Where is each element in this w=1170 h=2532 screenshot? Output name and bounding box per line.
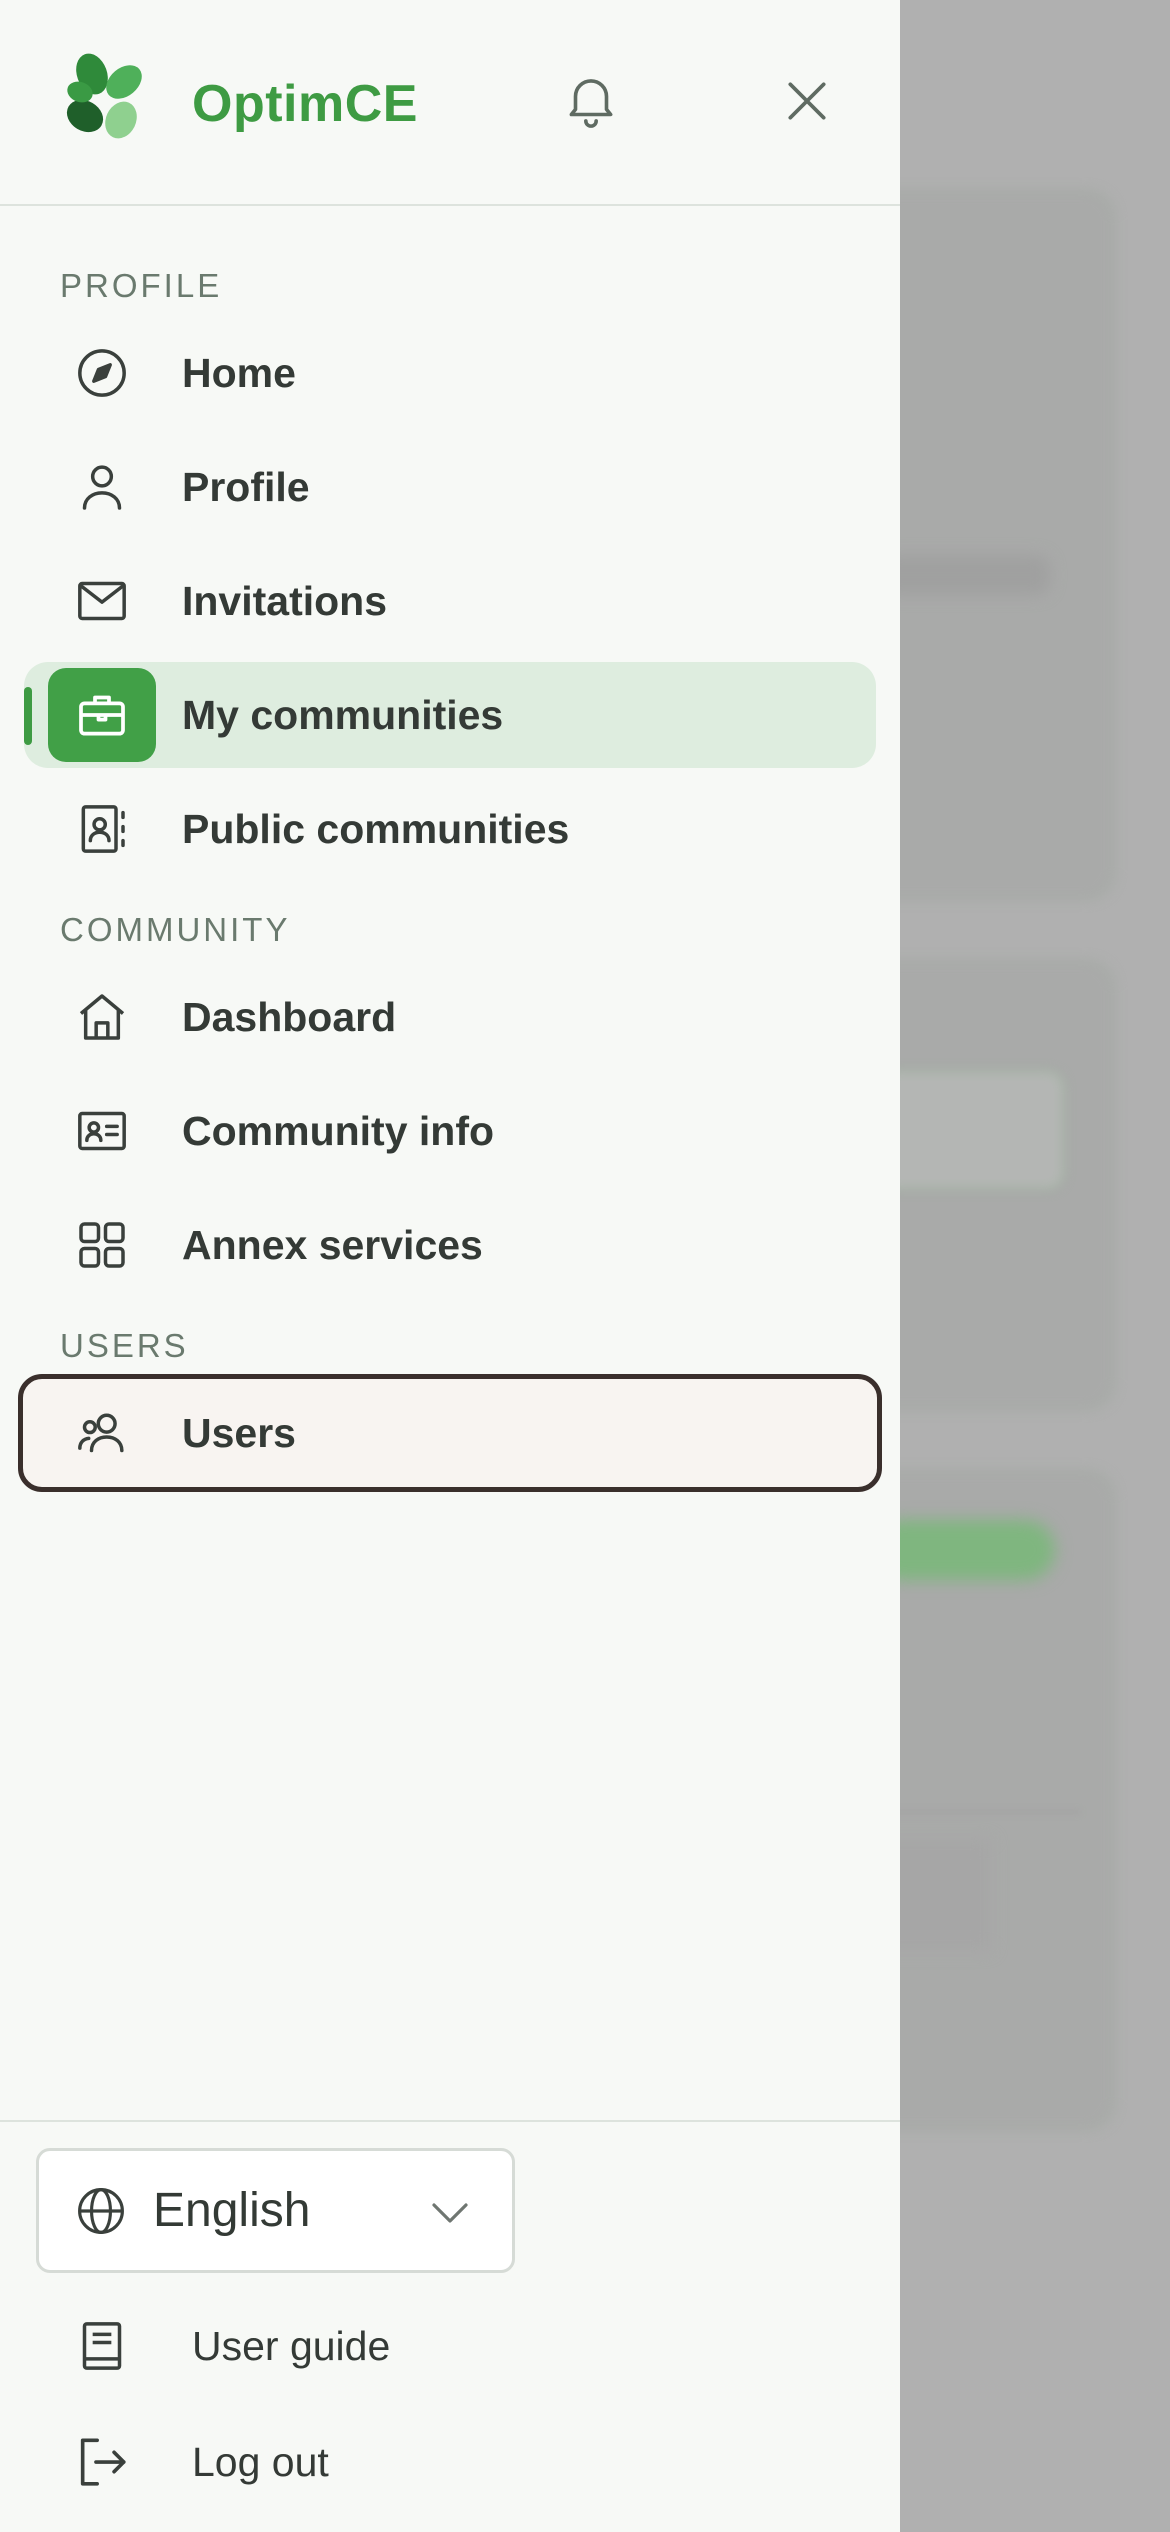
compass-icon bbox=[48, 319, 156, 427]
optimce-logo-icon bbox=[58, 50, 154, 146]
language-select[interactable]: English bbox=[36, 2148, 515, 2273]
user-guide-label: User guide bbox=[192, 2322, 391, 2369]
nav-item-invitations[interactable]: Invitations bbox=[24, 548, 876, 654]
drawer-footer: English User guide Log out bbox=[0, 2120, 900, 2532]
book-icon bbox=[66, 2310, 138, 2382]
nav-item-label: Annex services bbox=[182, 1221, 483, 1268]
section-title-community: COMMUNITY bbox=[60, 911, 291, 948]
brand-name: OptimCE bbox=[192, 75, 418, 133]
close-icon[interactable] bbox=[770, 64, 844, 138]
nav-item-home[interactable]: Home bbox=[24, 320, 876, 426]
logout-button[interactable]: Log out bbox=[36, 2407, 900, 2517]
nav-item-profile[interactable]: Profile bbox=[24, 434, 876, 540]
nav-item-label: Dashboard bbox=[182, 993, 397, 1040]
background-text bbox=[880, 555, 1050, 595]
envelope-icon bbox=[48, 547, 156, 655]
nav-item-annex-services[interactable]: Annex services bbox=[24, 1192, 876, 1298]
logout-icon bbox=[66, 2426, 138, 2498]
users-icon bbox=[48, 1379, 156, 1487]
grid-icon bbox=[48, 1191, 156, 1299]
nav-item-label: My communities bbox=[182, 691, 504, 738]
nav-item-dashboard[interactable]: Dashboard bbox=[24, 964, 876, 1070]
nav-item-community-info[interactable]: Community info bbox=[24, 1078, 876, 1184]
chevron-down-icon bbox=[424, 2187, 476, 2239]
nav-item-public-communities[interactable]: Public communities bbox=[24, 776, 876, 882]
globe-icon bbox=[73, 2183, 129, 2239]
section-title-profile: PROFILE bbox=[60, 267, 223, 304]
nav-item-label: Invitations bbox=[182, 577, 388, 624]
user-icon bbox=[48, 433, 156, 541]
background-divider bbox=[880, 1810, 1080, 1814]
bell-icon[interactable] bbox=[556, 64, 626, 134]
nav-item-label: Profile bbox=[182, 463, 310, 510]
user-guide-link[interactable]: User guide bbox=[36, 2291, 900, 2401]
nav-item-users[interactable]: Users bbox=[18, 1374, 882, 1492]
briefcase-icon bbox=[48, 661, 156, 769]
section-title-users: USERS bbox=[60, 1327, 189, 1364]
nav-item-label: Community info bbox=[182, 1107, 495, 1154]
nav-item-my-communities[interactable]: My communities bbox=[24, 662, 876, 768]
background-field bbox=[880, 1070, 1065, 1190]
logout-label: Log out bbox=[192, 2438, 329, 2485]
navigation-drawer: OptimCE PROFILE Home Profile Invitations… bbox=[0, 0, 900, 2532]
drawer-header: OptimCE bbox=[0, 0, 900, 206]
id-card-icon bbox=[48, 1077, 156, 1185]
nav-item-label: Home bbox=[182, 349, 296, 396]
nav-item-label: Public communities bbox=[182, 805, 570, 852]
language-select-value: English bbox=[153, 2184, 311, 2237]
nav-item-label: Users bbox=[182, 1409, 296, 1456]
drawer-nav: PROFILE Home Profile Invitations My comm… bbox=[0, 206, 900, 2120]
home-icon bbox=[48, 963, 156, 1071]
contact-book-icon bbox=[48, 775, 156, 883]
